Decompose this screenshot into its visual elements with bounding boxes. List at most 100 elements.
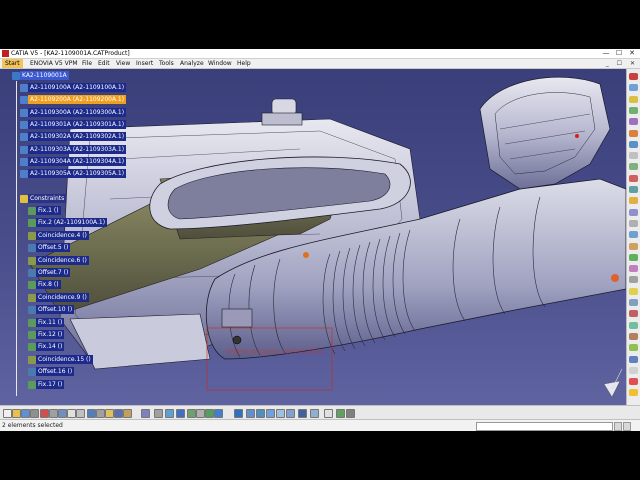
tree-constraint-item[interactable]: Fix.8 () <box>36 280 61 290</box>
toolbar-tool-icon[interactable] <box>629 174 638 182</box>
toolbar-tool-icon[interactable] <box>324 409 333 418</box>
toolbar-tool-icon[interactable] <box>256 409 265 418</box>
toolbar-tool-icon[interactable] <box>87 409 96 418</box>
tree-constraint-item[interactable]: Fix.17 () <box>36 379 65 389</box>
toolbar-tool-icon[interactable] <box>266 409 275 418</box>
toolbar-tool-icon[interactable] <box>629 129 638 137</box>
tree-product-item[interactable]: A2-1109303A (A2-1109303A.1) <box>28 144 127 154</box>
toolbar-tool-icon[interactable] <box>286 409 295 418</box>
tree-root[interactable]: KA2-1109001A <box>20 71 69 80</box>
toolbar-tool-icon[interactable] <box>629 310 638 318</box>
tree-constraint-item[interactable]: Fix.11 () <box>36 317 65 327</box>
toolbar-tool-icon[interactable] <box>336 409 345 418</box>
tree-product-item[interactable]: A2-1109301A (A2-1109301A.1) <box>28 119 127 129</box>
toolbar-tool-icon[interactable] <box>67 409 76 418</box>
toolbar-tool-icon[interactable] <box>176 409 185 418</box>
toolbar-tool-icon[interactable] <box>629 332 638 340</box>
tree-constraint-item[interactable]: Coincidence.6 () <box>36 255 89 265</box>
toolbar-tool-icon[interactable] <box>40 409 49 418</box>
toolbar-tool-icon[interactable] <box>629 84 638 92</box>
tree-product-item[interactable]: A2-1109100A (A2-1109100A.1) <box>28 83 127 92</box>
toolbar-tool-icon[interactable] <box>196 409 205 418</box>
menu-help[interactable]: Help <box>237 59 251 68</box>
toolbar-tool-icon[interactable] <box>629 265 638 273</box>
menu-start[interactable]: Start <box>2 59 23 68</box>
toolbar-tool-icon[interactable] <box>629 231 638 239</box>
3d-viewport[interactable]: www.wuyou.net/catia KA2-1109001A A2-1109… <box>0 69 626 405</box>
menu-tools[interactable]: Tools <box>159 59 174 68</box>
toolbar-tool-icon[interactable] <box>629 299 638 306</box>
tree-constraints-node[interactable]: Constraints <box>28 194 67 203</box>
menu-view[interactable]: View <box>116 59 130 68</box>
tree-constraint-item[interactable]: Coincidence.15 () <box>36 354 93 364</box>
tree-constraint-item[interactable]: Fix.14 () <box>36 342 65 352</box>
toolbar-tool-icon[interactable] <box>114 409 123 418</box>
toolbar-tool-icon[interactable] <box>629 140 638 148</box>
tree-constraint-item[interactable]: Fix.12 () <box>36 330 65 339</box>
command-cancel-button[interactable] <box>623 422 631 431</box>
toolbar-tool-icon[interactable] <box>234 409 243 418</box>
toolbar-tool-icon[interactable] <box>629 197 638 205</box>
menu-file[interactable]: File <box>82 59 92 68</box>
toolbar-tool-icon[interactable] <box>629 287 638 295</box>
command-ok-button[interactable] <box>614 422 622 431</box>
toolbar-tool-icon[interactable] <box>629 186 638 193</box>
toolbar-tool-icon[interactable] <box>629 253 638 261</box>
toolbar-tool-icon[interactable] <box>21 409 30 418</box>
toolbar-tool-icon[interactable] <box>298 409 307 418</box>
toolbar-tool-icon[interactable] <box>629 219 638 227</box>
toolbar-tool-icon[interactable] <box>629 118 638 126</box>
tree-constraint-item[interactable]: Fix.2 (A2-1109100A.1) <box>36 218 108 228</box>
toolbar-tool-icon[interactable] <box>165 409 174 418</box>
tree-product-item[interactable]: A2-1109304A (A2-1109304A.1) <box>28 156 127 166</box>
toolbar-tool-icon[interactable] <box>276 409 285 418</box>
menu-enovia[interactable]: ENOVIA V5 VPM <box>30 59 78 68</box>
toolbar-tool-icon[interactable] <box>629 355 638 363</box>
toolbar-tool-icon[interactable] <box>123 409 132 418</box>
toolbar-tool-icon[interactable] <box>154 409 163 418</box>
toolbar-tool-icon[interactable] <box>346 409 355 418</box>
toolbar-tool-icon[interactable] <box>310 409 319 418</box>
tree-product-item[interactable]: A2-1109200A (A2-1109200A.1) <box>28 95 127 105</box>
tree-constraint-item[interactable]: Fix.1 () <box>36 206 61 215</box>
toolbar-tool-icon[interactable] <box>629 321 638 329</box>
menu-window[interactable]: Window <box>208 59 232 68</box>
toolbar-tool-icon[interactable] <box>58 409 67 418</box>
tree-constraint-item[interactable]: Offset.5 () <box>36 243 71 253</box>
close-button[interactable]: ✕ <box>626 49 638 58</box>
toolbar-tool-icon[interactable] <box>629 389 638 397</box>
toolbar-tool-icon[interactable] <box>629 152 638 160</box>
command-input[interactable] <box>476 422 613 431</box>
menu-insert[interactable]: Insert <box>136 59 153 68</box>
toolbar-tool-icon[interactable] <box>49 409 58 418</box>
toolbar-tool-icon[interactable] <box>629 366 638 374</box>
tree-product-item[interactable]: A2-1109302A (A2-1109302A.1) <box>28 132 127 142</box>
toolbar-tool-icon[interactable] <box>246 409 255 418</box>
toolbar-tool-icon[interactable] <box>629 276 638 284</box>
toolbar-tool-icon[interactable] <box>629 344 638 352</box>
document-window-controls[interactable]: _ ☐ ✕ <box>606 59 638 68</box>
toolbar-tool-icon[interactable] <box>629 95 638 103</box>
toolbar-tool-icon[interactable] <box>96 409 105 418</box>
tree-constraint-item[interactable]: Offset.16 () <box>36 367 75 377</box>
tree-product-item[interactable]: A2-1109305A (A2-1109305A.1) <box>28 169 127 179</box>
toolbar-tool-icon[interactable] <box>629 242 638 250</box>
toolbar-tool-icon[interactable] <box>629 208 638 216</box>
toolbar-tool-icon[interactable] <box>629 378 638 386</box>
toolbar-tool-icon[interactable] <box>629 73 638 80</box>
tree-constraint-item[interactable]: Offset.10 () <box>36 305 75 315</box>
minimize-button[interactable]: — <box>600 49 612 58</box>
toolbar-tool-icon[interactable] <box>214 409 223 418</box>
tree-product-item[interactable]: A2-1109300A (A2-1109300A.1) <box>28 107 127 117</box>
toolbar-tool-icon[interactable] <box>30 409 39 418</box>
toolbar-tool-icon[interactable] <box>141 409 150 418</box>
toolbar-tool-icon[interactable] <box>3 409 12 418</box>
tree-constraint-item[interactable]: Coincidence.9 () <box>36 292 89 302</box>
toolbar-tool-icon[interactable] <box>105 409 114 418</box>
toolbar-tool-icon[interactable] <box>629 106 638 114</box>
toolbar-tool-icon[interactable] <box>76 409 85 418</box>
maximize-button[interactable]: ☐ <box>613 49 625 58</box>
tree-constraint-item[interactable]: Coincidence.4 () <box>36 230 89 240</box>
toolbar-tool-icon[interactable] <box>12 409 21 418</box>
menu-edit[interactable]: Edit <box>98 59 110 68</box>
